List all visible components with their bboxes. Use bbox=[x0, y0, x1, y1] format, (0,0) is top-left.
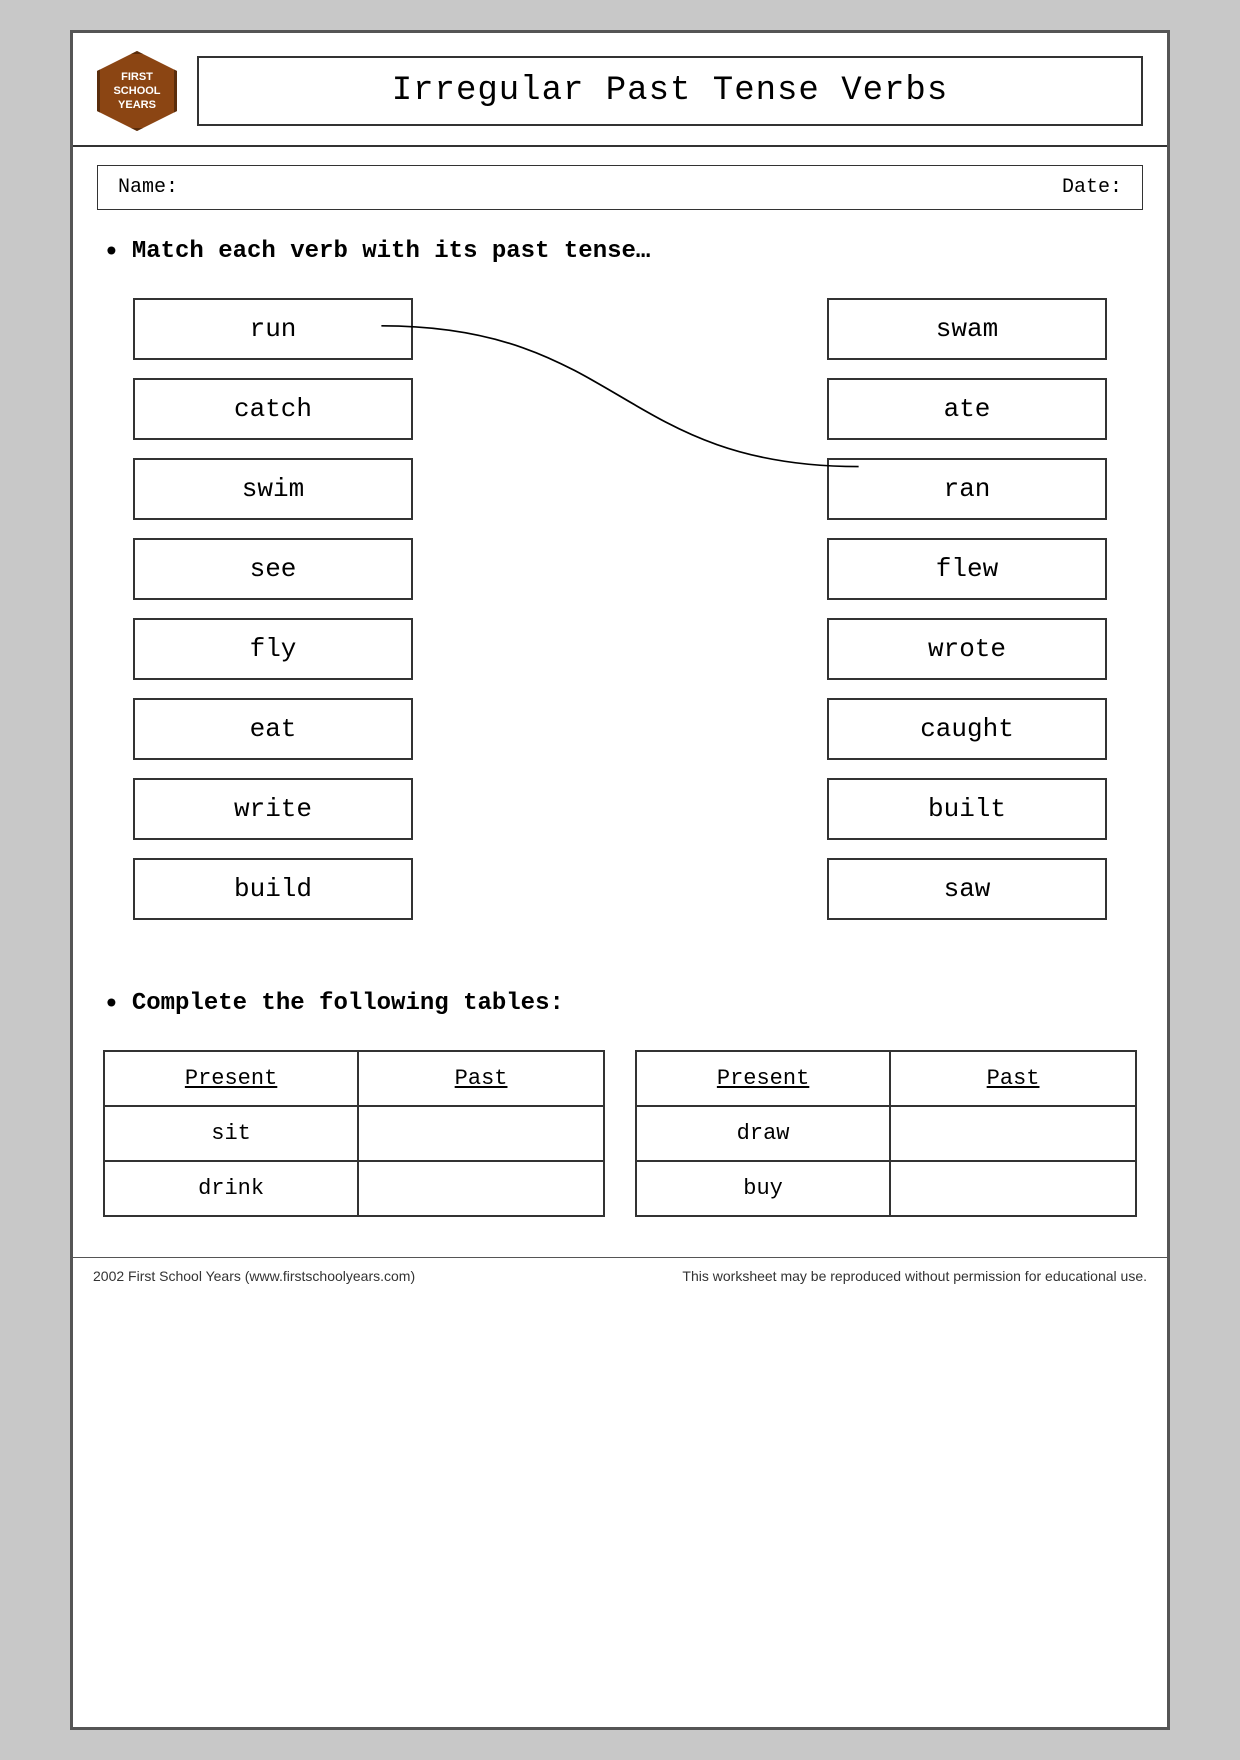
table2-draw-past[interactable] bbox=[890, 1106, 1136, 1161]
footer: 2002 First School Years (www.firstschool… bbox=[73, 1257, 1167, 1294]
table-row: drink bbox=[104, 1161, 604, 1216]
table-row: sit bbox=[104, 1106, 604, 1161]
page-title: Irregular Past Tense Verbs bbox=[219, 72, 1121, 110]
verb-box-see: see bbox=[133, 538, 413, 600]
bullet-icon-2: • bbox=[103, 992, 120, 1020]
logo-text: FIRSTSCHOOLYEARS bbox=[113, 70, 160, 113]
title-box: Irregular Past Tense Verbs bbox=[197, 56, 1143, 126]
verb-box-swam: swam bbox=[827, 298, 1107, 360]
verb-box-ran: ran bbox=[827, 458, 1107, 520]
verb-box-built: built bbox=[827, 778, 1107, 840]
verb-box-ate: ate bbox=[827, 378, 1107, 440]
bullet-icon: • bbox=[103, 240, 120, 268]
name-date-bar: Name: Date: bbox=[97, 165, 1143, 210]
table1-col2-header: Past bbox=[358, 1051, 604, 1106]
table1-sit-past[interactable] bbox=[358, 1106, 604, 1161]
verb-box-catch: catch bbox=[133, 378, 413, 440]
verb-box-saw: saw bbox=[827, 858, 1107, 920]
table-row: buy bbox=[636, 1161, 1136, 1216]
footer-right: This worksheet may be reproduced without… bbox=[682, 1268, 1147, 1284]
table-row: draw bbox=[636, 1106, 1136, 1161]
verb-box-write: write bbox=[133, 778, 413, 840]
logo: FIRSTSCHOOLYEARS bbox=[97, 51, 177, 131]
table1-col1-header: Present bbox=[104, 1051, 358, 1106]
name-label: Name: bbox=[118, 176, 178, 199]
footer-left: 2002 First School Years (www.firstschool… bbox=[93, 1268, 415, 1284]
table1-drink-past[interactable] bbox=[358, 1161, 604, 1216]
verb-box-wrote: wrote bbox=[827, 618, 1107, 680]
tables-row: Present Past sit drink bbox=[103, 1050, 1137, 1217]
header: FIRSTSCHOOLYEARS Irregular Past Tense Ve… bbox=[73, 33, 1167, 147]
table1-sit-present: sit bbox=[104, 1106, 358, 1161]
worksheet-page: FIRSTSCHOOLYEARS Irregular Past Tense Ve… bbox=[70, 30, 1170, 1730]
left-verb-column: run catch swim see fly eat write build bbox=[133, 298, 413, 920]
tables-instruction-text: Complete the following tables: bbox=[132, 990, 564, 1017]
tables-instruction: • Complete the following tables: bbox=[103, 990, 1137, 1020]
match-instruction: • Match each verb with its past tense… bbox=[103, 238, 1137, 268]
verb-box-build: build bbox=[133, 858, 413, 920]
match-instruction-text: Match each verb with its past tense… bbox=[132, 238, 650, 265]
table2-buy-past[interactable] bbox=[890, 1161, 1136, 1216]
verb-box-swim: swim bbox=[133, 458, 413, 520]
date-label: Date: bbox=[1062, 176, 1122, 199]
table2-draw-present: draw bbox=[636, 1106, 890, 1161]
table2: Present Past draw buy bbox=[635, 1050, 1137, 1217]
section-tables: • Complete the following tables: Present… bbox=[73, 980, 1167, 1237]
section-matching: • Match each verb with its past tense… r… bbox=[73, 228, 1167, 980]
table2-buy-present: buy bbox=[636, 1161, 890, 1216]
table2-col1-header: Present bbox=[636, 1051, 890, 1106]
verb-box-caught: caught bbox=[827, 698, 1107, 760]
table1: Present Past sit drink bbox=[103, 1050, 605, 1217]
right-verb-column: swam ate ran flew wrote caught built saw bbox=[827, 298, 1107, 920]
verb-box-flew: flew bbox=[827, 538, 1107, 600]
table2-col2-header: Past bbox=[890, 1051, 1136, 1106]
table1-drink-present: drink bbox=[104, 1161, 358, 1216]
matching-area: run catch swim see fly eat write build bbox=[103, 298, 1137, 920]
verb-box-fly: fly bbox=[133, 618, 413, 680]
verb-box-run: run bbox=[133, 298, 413, 360]
verb-box-eat: eat bbox=[133, 698, 413, 760]
